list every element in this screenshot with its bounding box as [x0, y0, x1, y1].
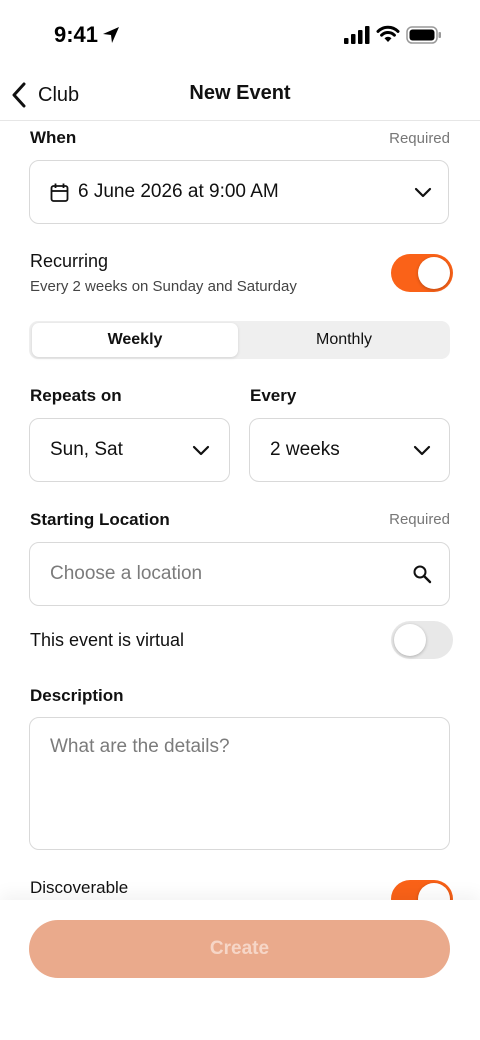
chevron-down-icon: [414, 187, 432, 198]
virtual-toggle[interactable]: [391, 621, 453, 659]
status-bar: 9:41: [0, 0, 480, 70]
location-arrow-icon: [103, 27, 119, 43]
battery-icon: [406, 26, 441, 44]
bottom-action-bar: Create: [0, 900, 480, 1040]
repeats-on-value: Sun, Sat: [50, 439, 123, 460]
frequency-segmented-control: Weekly Monthly: [29, 321, 450, 359]
wifi-icon: [376, 25, 400, 42]
search-icon: [413, 565, 432, 584]
description-textarea[interactable]: What are the details?: [29, 717, 450, 850]
every-label: Every: [250, 386, 297, 405]
chevron-down-icon: [192, 445, 210, 456]
recurring-toggle[interactable]: [391, 254, 453, 292]
description-label: Description: [30, 686, 124, 705]
location-search-input[interactable]: Choose a location: [29, 542, 450, 606]
page-title: New Event: [189, 82, 291, 104]
description-placeholder: What are the details?: [50, 736, 230, 757]
repeats-on-label: Repeats on: [30, 386, 122, 405]
when-label: When: [30, 128, 77, 147]
chevron-down-icon: [413, 445, 431, 456]
tab-monthly[interactable]: Monthly: [241, 323, 447, 357]
discoverable-label: Discoverable: [30, 878, 129, 897]
every-select[interactable]: 2 weeks: [249, 418, 450, 482]
location-placeholder: Choose a location: [50, 563, 203, 584]
recurring-label: Recurring: [30, 251, 109, 271]
repeats-on-select[interactable]: Sun, Sat: [29, 418, 230, 482]
recurring-description: Every 2 weeks on Sunday and Saturday: [30, 278, 297, 295]
date-time-value: 6 June 2026 at 9:00 AM: [78, 181, 279, 202]
navigation-bar: Club New Event: [0, 70, 480, 121]
tab-weekly[interactable]: Weekly: [32, 323, 238, 357]
toggle-knob: [394, 624, 426, 656]
starting-location-required: Required: [389, 511, 450, 528]
date-time-picker[interactable]: 6 June 2026 at 9:00 AM: [29, 160, 449, 224]
when-required: Required: [389, 130, 450, 147]
toggle-knob: [418, 257, 450, 289]
cellular-signal-icon: [344, 26, 370, 44]
create-button[interactable]: Create: [29, 920, 450, 978]
status-time: 9:41: [54, 22, 99, 47]
virtual-label: This event is virtual: [30, 630, 185, 650]
starting-location-label: Starting Location: [30, 510, 170, 529]
calendar-icon: [50, 183, 69, 202]
every-value: 2 weeks: [270, 439, 340, 460]
